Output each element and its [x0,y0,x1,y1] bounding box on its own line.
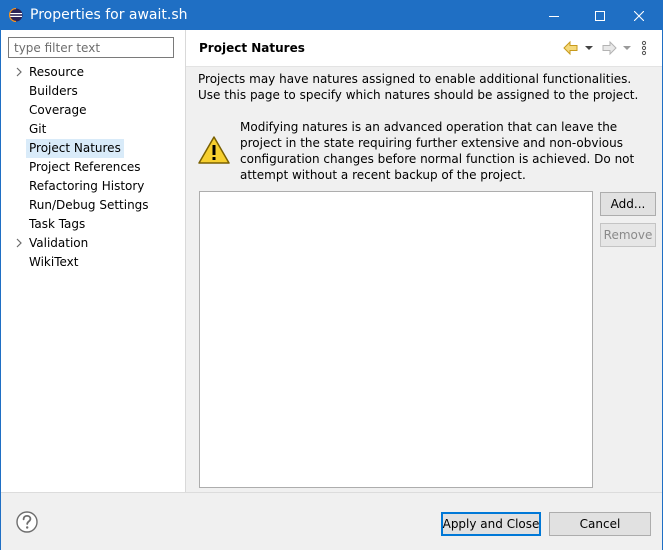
sidebar-item-label: Resource [29,65,85,79]
sidebar-item-label: Project References [29,160,141,174]
add-button[interactable]: Add... [600,192,656,216]
sidebar-item-task-tags[interactable]: Task Tags [1,215,185,234]
apply-and-close-label: Apply and Close [442,517,540,531]
sidebar-item-label: WikiText [29,255,79,269]
sidebar-item-builders[interactable]: Builders [1,82,185,101]
sidebar-item-label: Project Natures [26,139,124,158]
eclipse-icon [9,8,23,22]
sidebar-item-coverage[interactable]: Coverage [1,101,185,120]
content-area: Project Natures Projects may have nature… [186,30,662,492]
sidebar-item-label: Git [29,122,47,136]
sidebar-item-run-debug-settings[interactable]: Run/Debug Settings [1,196,185,215]
sidebar-item-label: Builders [29,84,78,98]
title-bar[interactable]: Properties for await.sh [1,1,662,30]
add-button-label: Add... [610,197,646,211]
chevron-right-icon[interactable] [14,238,24,248]
page-header: Project Natures [186,30,662,67]
back-arrow-icon[interactable] [562,39,580,57]
filter-input[interactable] [8,37,174,58]
page-description: Projects may have natures assigned to en… [198,72,639,102]
chevron-right-icon[interactable] [14,67,24,77]
page-title: Project Natures [199,41,305,55]
sidebar-item-validation[interactable]: Validation [1,234,185,253]
sidebar-item-wikitext[interactable]: WikiText [1,253,185,272]
sidebar-item-git[interactable]: Git [1,120,185,139]
sidebar-item-label: Run/Debug Settings [29,198,149,212]
warning-message: Modifying natures is an advanced operati… [240,120,635,182]
minimize-icon [549,15,559,17]
sidebar-item-label: Validation [29,236,89,250]
sidebar-item-label: Task Tags [29,217,86,231]
back-dropdown-icon[interactable] [584,39,594,57]
sidebar-item-project-references[interactable]: Project References [1,158,185,177]
cancel-button[interactable]: Cancel [549,512,651,536]
dialog-footer: Apply and Close Cancel [1,492,662,550]
maximize-icon [595,10,605,21]
apply-and-close-button[interactable]: Apply and Close [441,512,541,536]
natures-list[interactable] [199,191,593,488]
forward-arrow-icon[interactable] [600,39,618,57]
sidebar-item-label: Coverage [29,103,87,117]
view-menu-icon[interactable] [640,39,648,57]
help-icon[interactable] [16,511,38,533]
warning-icon [198,136,230,164]
property-tree: Resource Builders Coverage Git Project N… [1,63,185,272]
properties-dialog: Properties for await.sh Resource Builder… [0,0,663,550]
sidebar: Resource Builders Coverage Git Project N… [1,30,186,492]
minimize-button[interactable] [531,1,577,30]
sidebar-item-resource[interactable]: Resource [1,63,185,82]
forward-dropdown-icon[interactable] [622,39,632,57]
remove-button-label: Remove [603,228,653,242]
remove-button[interactable]: Remove [600,223,656,247]
sidebar-item-project-natures[interactable]: Project Natures [1,139,185,158]
sidebar-item-label: Refactoring History [29,179,145,193]
window-title: Properties for await.sh [30,7,188,23]
cancel-label: Cancel [579,517,621,531]
close-button[interactable] [616,1,662,30]
close-icon [634,10,644,21]
sidebar-item-refactoring-history[interactable]: Refactoring History [1,177,185,196]
